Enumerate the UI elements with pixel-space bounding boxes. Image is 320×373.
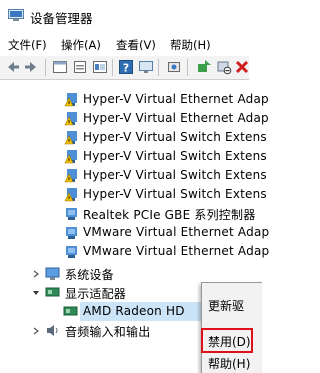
menu-action[interactable]: 操作(A) <box>61 37 101 53</box>
network-adapter-warning-icon <box>64 188 77 202</box>
update-driver-icon[interactable] <box>196 59 212 75</box>
toolbar: ? <box>0 56 249 80</box>
tree-item-network-adapter[interactable]: Hyper-V Virtual Switch Extens <box>0 128 267 147</box>
display-adapter-icon <box>63 306 78 316</box>
svg-text:?: ? <box>123 62 129 75</box>
menu-view[interactable]: 查看(V) <box>116 37 156 53</box>
view-icon[interactable] <box>92 59 108 75</box>
tree-item-network-adapter[interactable]: Hyper-V Virtual Ethernet Adap <box>0 109 269 128</box>
uninstall-icon[interactable] <box>234 59 250 75</box>
tree-item-network-adapter[interactable]: Hyper-V Virtual Ethernet Adap <box>0 90 269 109</box>
collapse-chevron-icon[interactable] <box>32 289 40 297</box>
tree-item-network-adapter[interactable]: Hyper-V Virtual Switch Extens <box>0 185 267 204</box>
tree-category-system-devices[interactable]: 系统设备 <box>0 264 249 283</box>
network-adapter-warning-icon <box>64 93 77 107</box>
tree-item-label: Realtek PCIe GBE 系列控制器 <box>83 208 256 222</box>
system-devices-icon <box>45 267 60 280</box>
network-adapter-warning-icon <box>64 150 77 164</box>
window-title: 设备管理器 <box>30 11 93 26</box>
toolbar-separator <box>158 59 159 76</box>
display-adapter-icon <box>45 287 60 297</box>
tree-item-label: Hyper-V Virtual Ethernet Adap <box>83 111 269 125</box>
tree-item-network-adapter[interactable]: VMware Virtual Ethernet Adap <box>0 242 269 261</box>
tree-item-label: VMware Virtual Ethernet Adap <box>83 225 270 239</box>
scan-hardware-icon[interactable] <box>166 59 182 75</box>
tree-item-label: 音频输入和输出 <box>65 325 151 339</box>
help-icon[interactable]: ? <box>118 59 134 75</box>
tree-item-label: Hyper-V Virtual Ethernet Adap <box>83 92 269 106</box>
speaker-icon <box>47 325 58 336</box>
menu-bar: 文件(F) 操作(A) 查看(V) 帮助(H) <box>0 34 249 56</box>
network-adapter-warning-icon <box>64 112 77 126</box>
show-hidden-icon[interactable] <box>72 59 88 75</box>
tree-item-label: Hyper-V Virtual Switch Extens <box>83 130 267 144</box>
tree-item-label: AMD Radeon HD <box>83 304 185 318</box>
highlight-box <box>201 328 253 353</box>
forward-arrow-icon[interactable] <box>24 59 40 75</box>
tree-item-label: 显示适配器 <box>65 287 127 301</box>
tree-item-label: Hyper-V Virtual Switch Extens <box>83 149 267 163</box>
tree-item-network-adapter[interactable]: Hyper-V Virtual Switch Extens <box>0 147 267 166</box>
tree-item-label: 系统设备 <box>65 268 114 282</box>
tree-item-label: Hyper-V Virtual Switch Extens <box>83 168 267 182</box>
disable-device-icon[interactable] <box>216 59 232 75</box>
tree-item-network-adapter[interactable]: VMware Virtual Ethernet Adap <box>0 223 269 242</box>
menu-file[interactable]: 文件(F) <box>8 37 47 53</box>
tree-item-label: Hyper-V Virtual Switch Extens <box>83 187 267 201</box>
menu-item-help[interactable]: 帮助(H) <box>208 355 250 372</box>
properties-icon[interactable] <box>52 59 68 75</box>
toolbar-separator <box>112 59 113 76</box>
tree-item-network-adapter[interactable]: Realtek PCIe GBE 系列控制器 <box>0 204 255 223</box>
title-bar: 设备管理器 <box>0 0 249 32</box>
expand-chevron-icon[interactable] <box>32 327 40 335</box>
tree-item-label: VMware Virtual Ethernet Adap <box>83 244 270 258</box>
tree-item-network-adapter[interactable]: Hyper-V Virtual Switch Extens <box>0 166 267 185</box>
toolbar-separator <box>45 59 46 76</box>
device-manager-icon <box>8 9 24 21</box>
menu-help[interactable]: 帮助(H) <box>170 37 211 53</box>
network-adapter-icon <box>66 227 77 239</box>
expand-chevron-icon[interactable] <box>32 270 40 278</box>
computer-icon[interactable] <box>138 59 154 75</box>
toolbar-separator <box>187 59 188 76</box>
network-adapter-warning-icon <box>64 131 77 145</box>
network-adapter-icon <box>66 208 77 220</box>
network-adapter-icon <box>66 246 77 258</box>
back-arrow-icon[interactable] <box>4 59 20 75</box>
menu-item-update-driver[interactable]: 更新驱 <box>208 297 244 314</box>
network-adapter-warning-icon <box>64 169 77 183</box>
